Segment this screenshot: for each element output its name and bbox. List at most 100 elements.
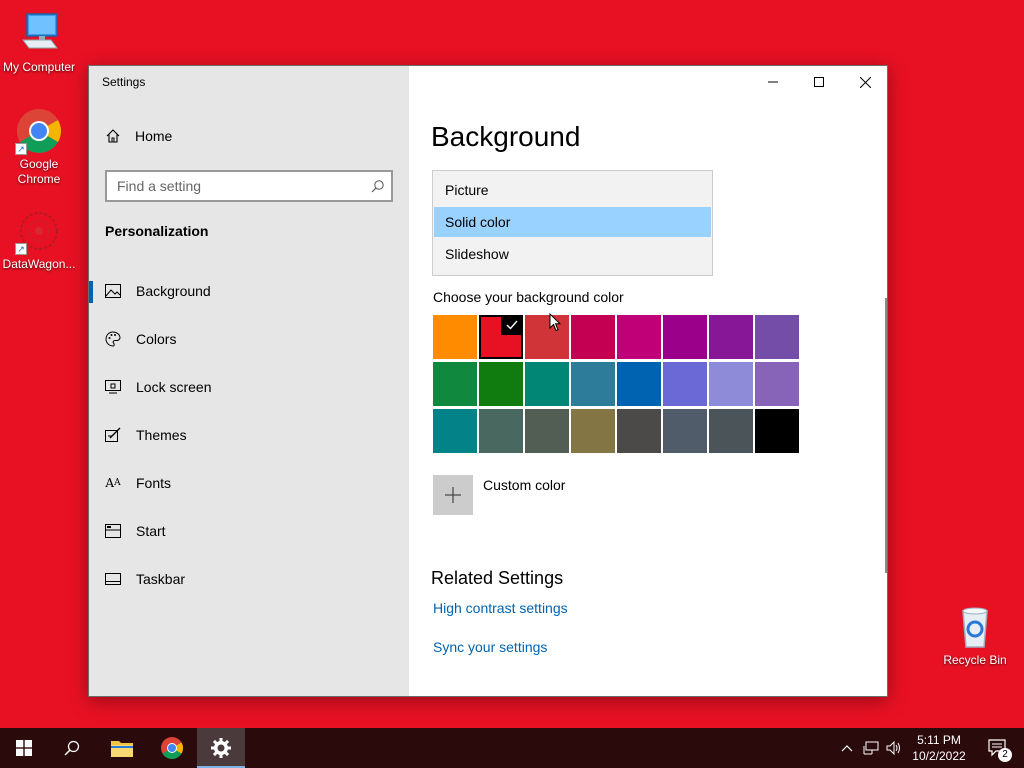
datawagon-icon: ↗	[15, 207, 63, 255]
desktop-icon-recycle-bin[interactable]: Recycle Bin	[935, 603, 1015, 668]
start-button[interactable]	[0, 728, 48, 768]
background-type-dropdown[interactable]: Picture Solid color Slideshow	[432, 170, 713, 276]
color-swatch[interactable]	[433, 409, 477, 453]
color-swatch[interactable]	[571, 362, 615, 406]
sidebar-item-taskbar[interactable]: Taskbar	[89, 559, 409, 599]
color-swatch[interactable]	[433, 362, 477, 406]
computer-icon	[15, 10, 63, 58]
desktop-icon-datawagon[interactable]: ↗ DataWagon...	[0, 207, 79, 272]
shortcut-arrow-icon: ↗	[15, 143, 27, 155]
desktop-icon-label: Google Chrome	[17, 157, 61, 186]
desktop-icon-my-computer[interactable]: My Computer	[0, 10, 79, 75]
dropdown-option-slideshow[interactable]: Slideshow	[434, 239, 711, 269]
close-button[interactable]	[842, 66, 887, 98]
sidebar-item-colors[interactable]: Colors	[89, 319, 409, 359]
sidebar: Settings Home Personalization Background…	[89, 66, 409, 696]
sidebar-item-lock-screen[interactable]: Lock screen	[89, 367, 409, 407]
color-swatch[interactable]	[617, 409, 661, 453]
windows-logo-icon	[16, 740, 32, 756]
page-title: Background	[431, 121, 581, 152]
section-title: Personalization	[105, 223, 209, 239]
desktop-icon-label: Recycle Bin	[943, 653, 1007, 667]
search-icon	[64, 740, 80, 756]
choose-color-label: Choose your background color	[433, 289, 624, 305]
color-swatch[interactable]	[571, 315, 615, 359]
color-swatch[interactable]	[479, 315, 523, 359]
start-icon	[105, 523, 121, 539]
color-swatch[interactable]	[755, 362, 799, 406]
sidebar-item-label: Lock screen	[136, 379, 212, 395]
search-icon[interactable]	[371, 179, 385, 193]
sidebar-item-label: Taskbar	[136, 571, 186, 587]
scrollbar[interactable]	[885, 298, 887, 573]
color-swatch[interactable]	[663, 362, 707, 406]
dropdown-option-picture[interactable]: Picture	[434, 175, 711, 205]
sidebar-item-start[interactable]: Start	[89, 511, 409, 551]
themes-icon	[105, 427, 121, 443]
related-settings-title: Related Settings	[431, 568, 564, 588]
high-contrast-settings-link[interactable]: High contrast settings	[433, 600, 568, 616]
chrome-icon	[161, 737, 183, 759]
taskbar-icon	[105, 571, 121, 587]
shortcut-arrow-icon: ↗	[15, 243, 27, 255]
color-swatch[interactable]	[433, 315, 477, 359]
sidebar-item-label: Colors	[136, 331, 177, 347]
sidebar-item-label: Themes	[136, 427, 187, 443]
network-tray-button[interactable]	[860, 728, 882, 768]
checkmark-icon	[501, 315, 523, 335]
fonts-icon: AA	[105, 476, 121, 490]
minimize-button[interactable]	[750, 66, 796, 98]
file-explorer-icon	[111, 741, 133, 757]
color-swatch[interactable]	[663, 315, 707, 359]
custom-color-button[interactable]	[433, 475, 473, 515]
color-swatch[interactable]	[479, 362, 523, 406]
main-content: Background Picture Solid color Slideshow…	[409, 66, 887, 696]
minimize-icon	[768, 81, 778, 83]
show-hidden-icons-button[interactable]	[838, 728, 856, 768]
sidebar-item-themes[interactable]: Themes	[89, 415, 409, 455]
color-swatch[interactable]	[755, 315, 799, 359]
color-swatch[interactable]	[617, 362, 661, 406]
clock-time: 5:11 PM	[917, 733, 961, 747]
chrome-taskbar-button[interactable]	[148, 728, 196, 768]
settings-window: Settings Home Personalization Background…	[88, 65, 888, 697]
color-swatch[interactable]	[617, 315, 661, 359]
search-input[interactable]	[105, 170, 393, 202]
color-swatch[interactable]	[525, 409, 569, 453]
color-swatch[interactable]	[663, 409, 707, 453]
color-swatch[interactable]	[709, 362, 753, 406]
home-label: Home	[135, 128, 173, 144]
chevron-up-icon	[841, 745, 853, 752]
color-swatch[interactable]	[525, 315, 569, 359]
color-swatch[interactable]	[709, 409, 753, 453]
taskbar: 5:11 PM 10/2/2022 2	[0, 728, 1024, 768]
color-swatch[interactable]	[525, 362, 569, 406]
dropdown-option-solid-color[interactable]: Solid color	[434, 207, 711, 237]
home-link[interactable]: Home	[105, 128, 172, 144]
color-swatch[interactable]	[571, 409, 615, 453]
maximize-button[interactable]	[796, 66, 842, 98]
window-title: Settings	[102, 75, 146, 89]
network-icon	[863, 741, 879, 755]
home-icon	[106, 129, 120, 143]
color-swatch[interactable]	[709, 315, 753, 359]
desktop-icon-label: My Computer	[2, 60, 76, 74]
mouse-pointer-icon	[549, 313, 561, 332]
sidebar-item-label: Fonts	[136, 475, 172, 491]
sidebar-item-background[interactable]: Background	[89, 271, 409, 311]
settings-taskbar-button[interactable]	[197, 728, 245, 768]
taskbar-clock[interactable]: 5:11 PM 10/2/2022	[900, 732, 978, 764]
sync-settings-link[interactable]: Sync your settings	[433, 639, 547, 655]
color-swatch[interactable]	[479, 409, 523, 453]
color-swatch[interactable]	[755, 409, 799, 453]
desktop-icon-label: DataWagon...	[2, 257, 76, 271]
action-center-button[interactable]: 2	[978, 728, 1018, 768]
chrome-icon: ↗	[15, 107, 63, 155]
file-explorer-button[interactable]	[98, 728, 146, 768]
desktop-icon-google-chrome[interactable]: ↗ Google Chrome	[0, 107, 79, 187]
taskbar-search-button[interactable]	[48, 728, 96, 768]
sidebar-item-fonts[interactable]: AA Fonts	[89, 463, 409, 503]
palette-icon	[105, 331, 121, 347]
close-icon	[859, 76, 871, 88]
custom-color-label[interactable]: Custom color	[483, 477, 565, 493]
